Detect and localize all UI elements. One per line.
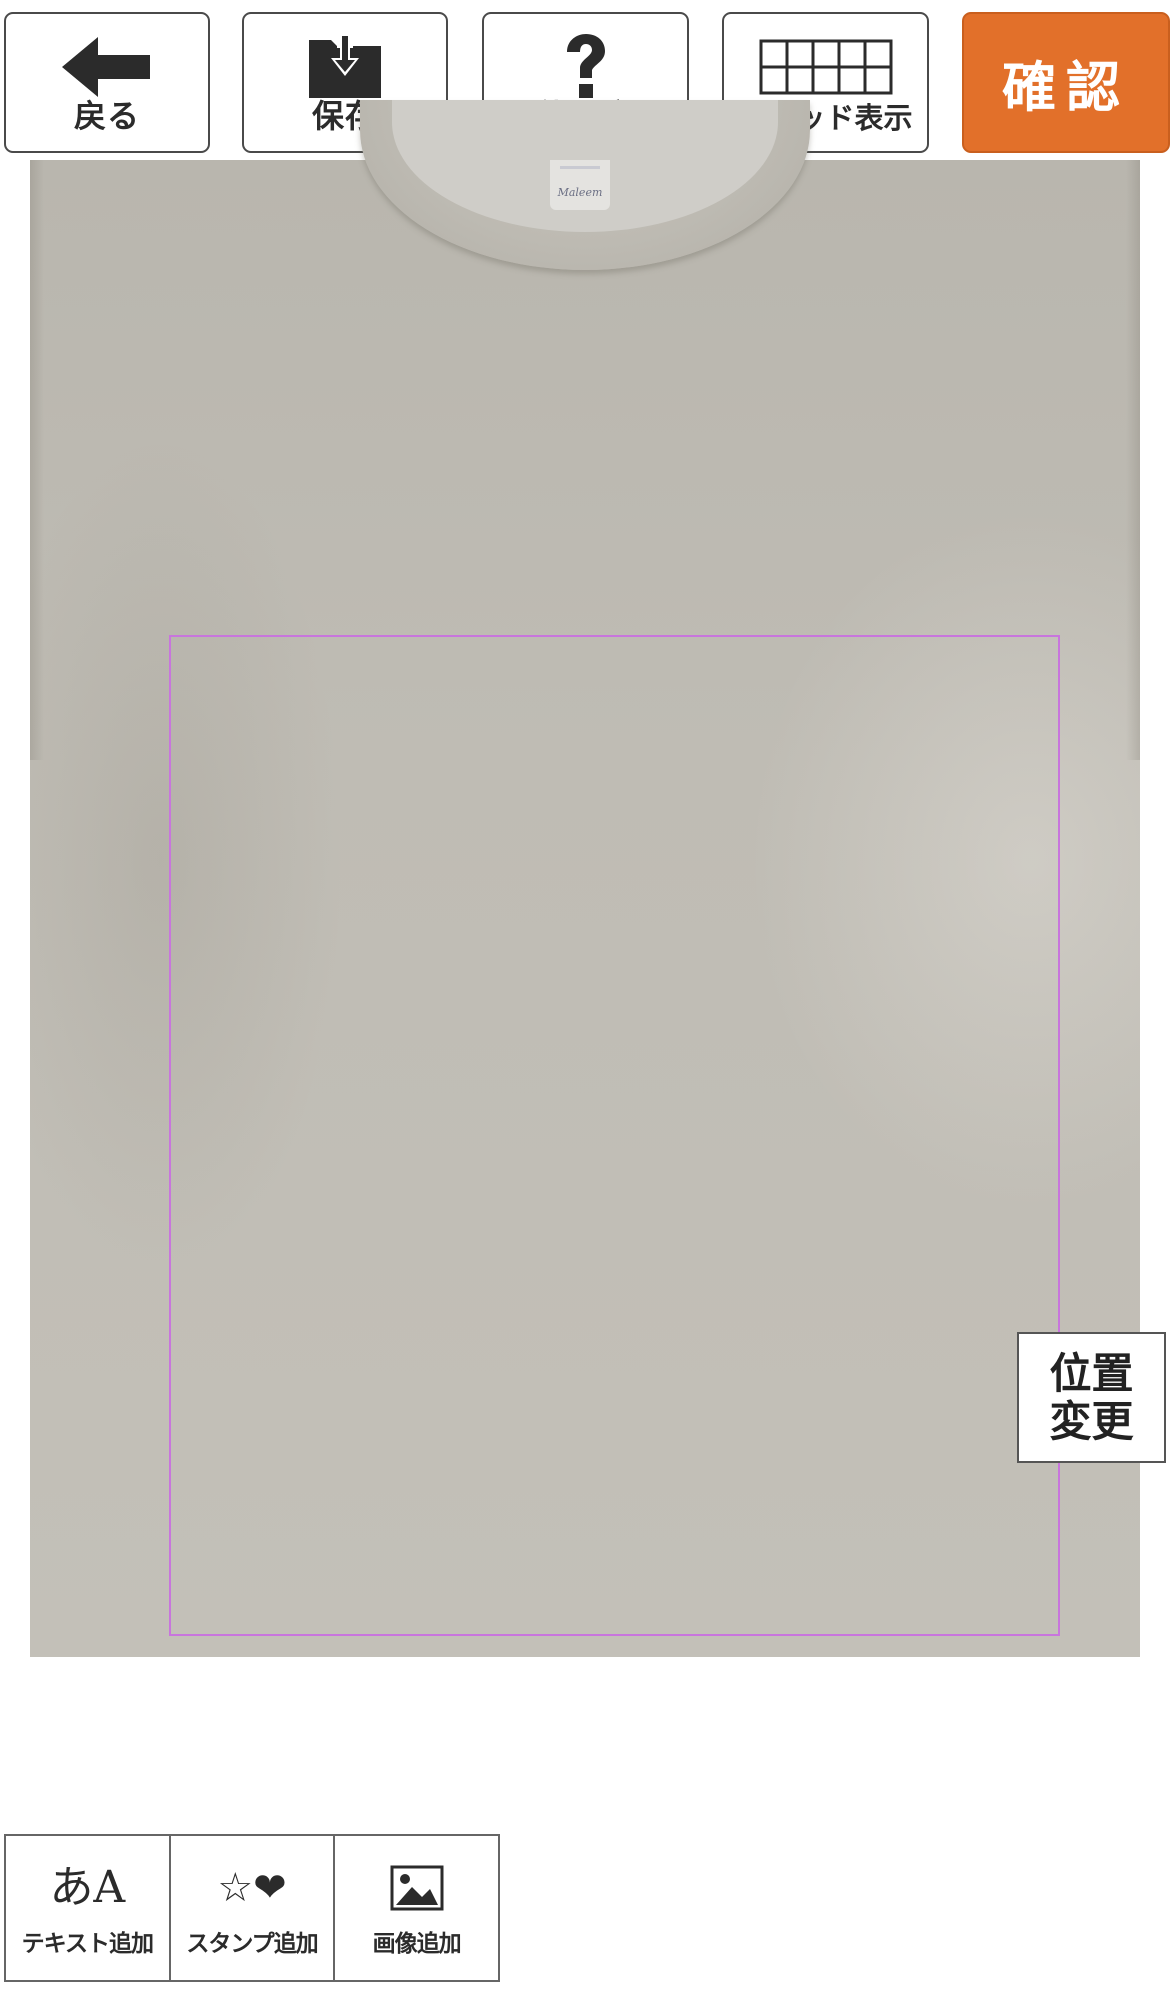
- text-icon-glyph: あA: [49, 1862, 126, 1913]
- stamp-icon: ☆❤: [171, 1862, 334, 1914]
- add-image-label: 画像追加: [372, 1931, 462, 1957]
- reposition-label: 位置変更: [1049, 1348, 1134, 1446]
- add-stamp-label: スタンプ追加: [186, 1931, 318, 1957]
- reposition-button[interactable]: 位置変更: [1017, 1332, 1166, 1463]
- add-stamp-button[interactable]: ☆❤ スタンプ追加: [171, 1836, 336, 1980]
- shirt-canvas[interactable]: Maleem: [30, 100, 1140, 1657]
- collar-tag-art: Maleem: [557, 166, 603, 199]
- arrow-left-icon: [6, 34, 208, 100]
- add-text-button[interactable]: あA テキスト追加: [6, 1836, 171, 1980]
- folder-download-icon: [244, 34, 446, 100]
- collar-tag: Maleem: [550, 160, 610, 210]
- back-button[interactable]: 戻る: [4, 12, 210, 153]
- text-icon: あA: [6, 1862, 169, 1914]
- add-text-label: テキスト追加: [21, 1931, 154, 1957]
- add-item-palette: あA テキスト追加 ☆❤ スタンプ追加 画像追加: [4, 1834, 500, 1982]
- confirm-button[interactable]: 確認: [962, 12, 1170, 153]
- image-icon: [335, 1862, 498, 1914]
- stamp-icon-glyph: ☆❤: [217, 1865, 287, 1911]
- collar-tag-text: Maleem: [557, 186, 603, 199]
- question-mark-icon: [484, 34, 687, 100]
- confirm-label: 確認: [1002, 56, 1130, 119]
- print-area[interactable]: [169, 635, 1060, 1636]
- left-sleeve-seam: [30, 160, 44, 760]
- right-sleeve-seam: [1126, 160, 1140, 760]
- add-image-button[interactable]: 画像追加: [335, 1836, 498, 1980]
- grid-icon: [724, 34, 927, 100]
